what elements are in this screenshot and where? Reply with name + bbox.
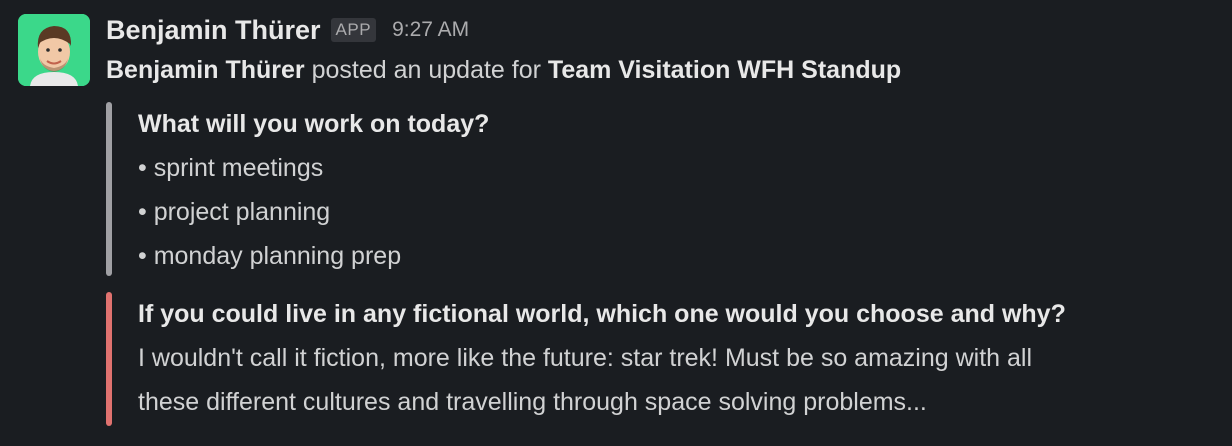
- standup-message: Benjamin Thürer APP 9:27 AM Benjamin Thü…: [0, 0, 1232, 446]
- attachment-work-today: What will you work on today? • sprint me…: [106, 102, 489, 276]
- team-name: Team Visitation WFH Standup: [547, 56, 902, 84]
- update-author: Benjamin Thürer: [106, 56, 305, 84]
- message-header: Benjamin Thürer APP 9:27 AM: [106, 12, 469, 48]
- person-avatar-icon: [18, 14, 90, 86]
- answer-line: I wouldn't call it fiction, more like th…: [138, 344, 1033, 372]
- attachment-accent-bar: [106, 102, 112, 276]
- list-item: • project planning: [138, 198, 331, 226]
- app-badge: APP: [330, 18, 377, 42]
- answer-line: these different cultures and travelling …: [138, 388, 927, 416]
- list-item: • sprint meetings: [138, 154, 324, 182]
- sender-name[interactable]: Benjamin Thürer: [106, 15, 321, 46]
- update-summary: Benjamin Thürer posted an update for Tea…: [106, 56, 901, 85]
- attachment-question: What will you work on today?: [138, 110, 490, 138]
- update-text: posted an update for: [304, 56, 548, 84]
- avatar[interactable]: [18, 14, 90, 86]
- attachment-question: If you could live in any fictional world…: [138, 300, 1066, 328]
- list-item: • monday planning prep: [138, 242, 402, 270]
- attachment-fictional-world: If you could live in any fictional world…: [106, 292, 1066, 426]
- attachment-accent-bar: [106, 292, 112, 426]
- timestamp[interactable]: 9:27 AM: [392, 18, 469, 42]
